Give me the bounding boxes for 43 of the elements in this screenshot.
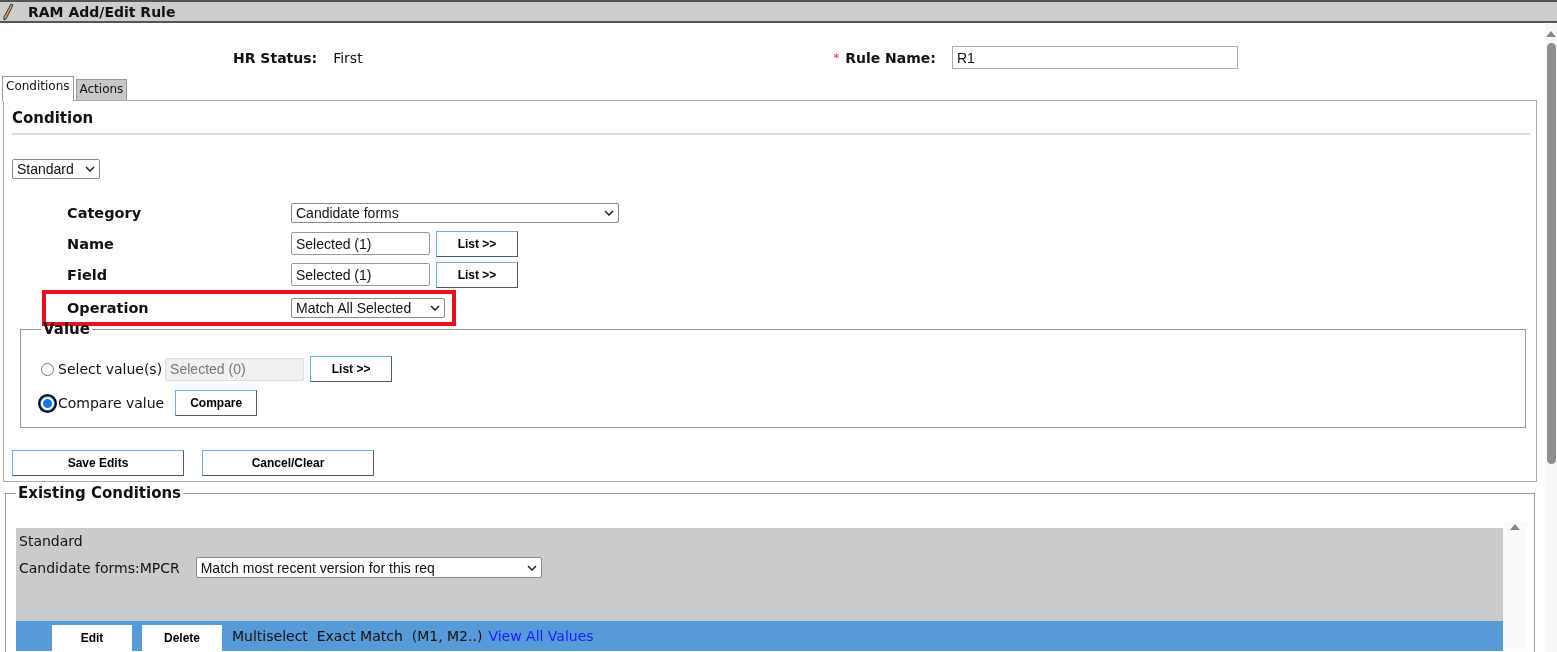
condition-description: Multiselect Exact Match (M1, M2..) bbox=[232, 628, 483, 644]
radio-button[interactable] bbox=[38, 393, 57, 413]
group-legend: Existing Conditions bbox=[16, 484, 184, 502]
window-title: RAM Add/Edit Rule bbox=[28, 3, 176, 20]
condition-type: Standard bbox=[19, 533, 84, 549]
tab[interactable]: Conditions bbox=[2, 76, 74, 101]
chevron-down-icon bbox=[430, 305, 440, 311]
delete-button[interactable]: Delete bbox=[142, 625, 222, 651]
action-button[interactable]: Save Edits bbox=[12, 450, 184, 476]
field-label: Category bbox=[67, 204, 143, 221]
field-label: Name bbox=[67, 235, 115, 252]
chevron-down-icon bbox=[85, 166, 95, 172]
scrollbar[interactable] bbox=[1545, 23, 1557, 652]
field-label: Operation bbox=[67, 300, 150, 316]
rule-name-label: Rule Name: bbox=[845, 49, 936, 66]
condition-label: Candidate forms:MPCR bbox=[19, 559, 180, 576]
required-mark: * bbox=[833, 50, 840, 65]
type-dropdown[interactable]: Standard bbox=[12, 159, 100, 179]
section-title: Condition bbox=[12, 101, 1530, 135]
rule-name-field[interactable]: R1 bbox=[951, 46, 1238, 69]
edit-button[interactable]: Edit bbox=[52, 625, 132, 651]
dropdown[interactable]: Match All Selected bbox=[291, 298, 445, 318]
action-button[interactable]: Cancel/Clear bbox=[202, 450, 374, 476]
field-label: Field bbox=[67, 266, 109, 283]
chevron-down-icon bbox=[526, 564, 537, 571]
dropdown[interactable]: Candidate forms bbox=[291, 202, 619, 223]
selection-field[interactable]: Selected (1) bbox=[291, 232, 430, 255]
scroll-up-arrow-icon[interactable] bbox=[1546, 31, 1556, 37]
list-button[interactable]: List >> bbox=[436, 261, 518, 288]
pencil-icon bbox=[2, 2, 14, 21]
hr-status-value: First bbox=[333, 49, 364, 66]
chevron-down-icon bbox=[604, 209, 614, 216]
hr-status-label: HR Status: bbox=[233, 49, 318, 66]
selection-field[interactable]: Selected (1) bbox=[291, 263, 430, 286]
option-label: Select value(s) bbox=[58, 361, 163, 377]
dropdown[interactable]: Match most recent version for this req bbox=[195, 557, 542, 578]
tab[interactable]: Actions bbox=[75, 79, 128, 100]
group-legend: Value bbox=[41, 320, 92, 338]
scroll-up-arrow-icon[interactable] bbox=[1510, 524, 1520, 530]
option-label: Compare value bbox=[58, 395, 165, 411]
list-button[interactable]: List >> bbox=[436, 230, 518, 257]
compare-button[interactable]: Compare bbox=[175, 390, 258, 416]
scrollbar-thumb[interactable] bbox=[1546, 43, 1556, 464]
